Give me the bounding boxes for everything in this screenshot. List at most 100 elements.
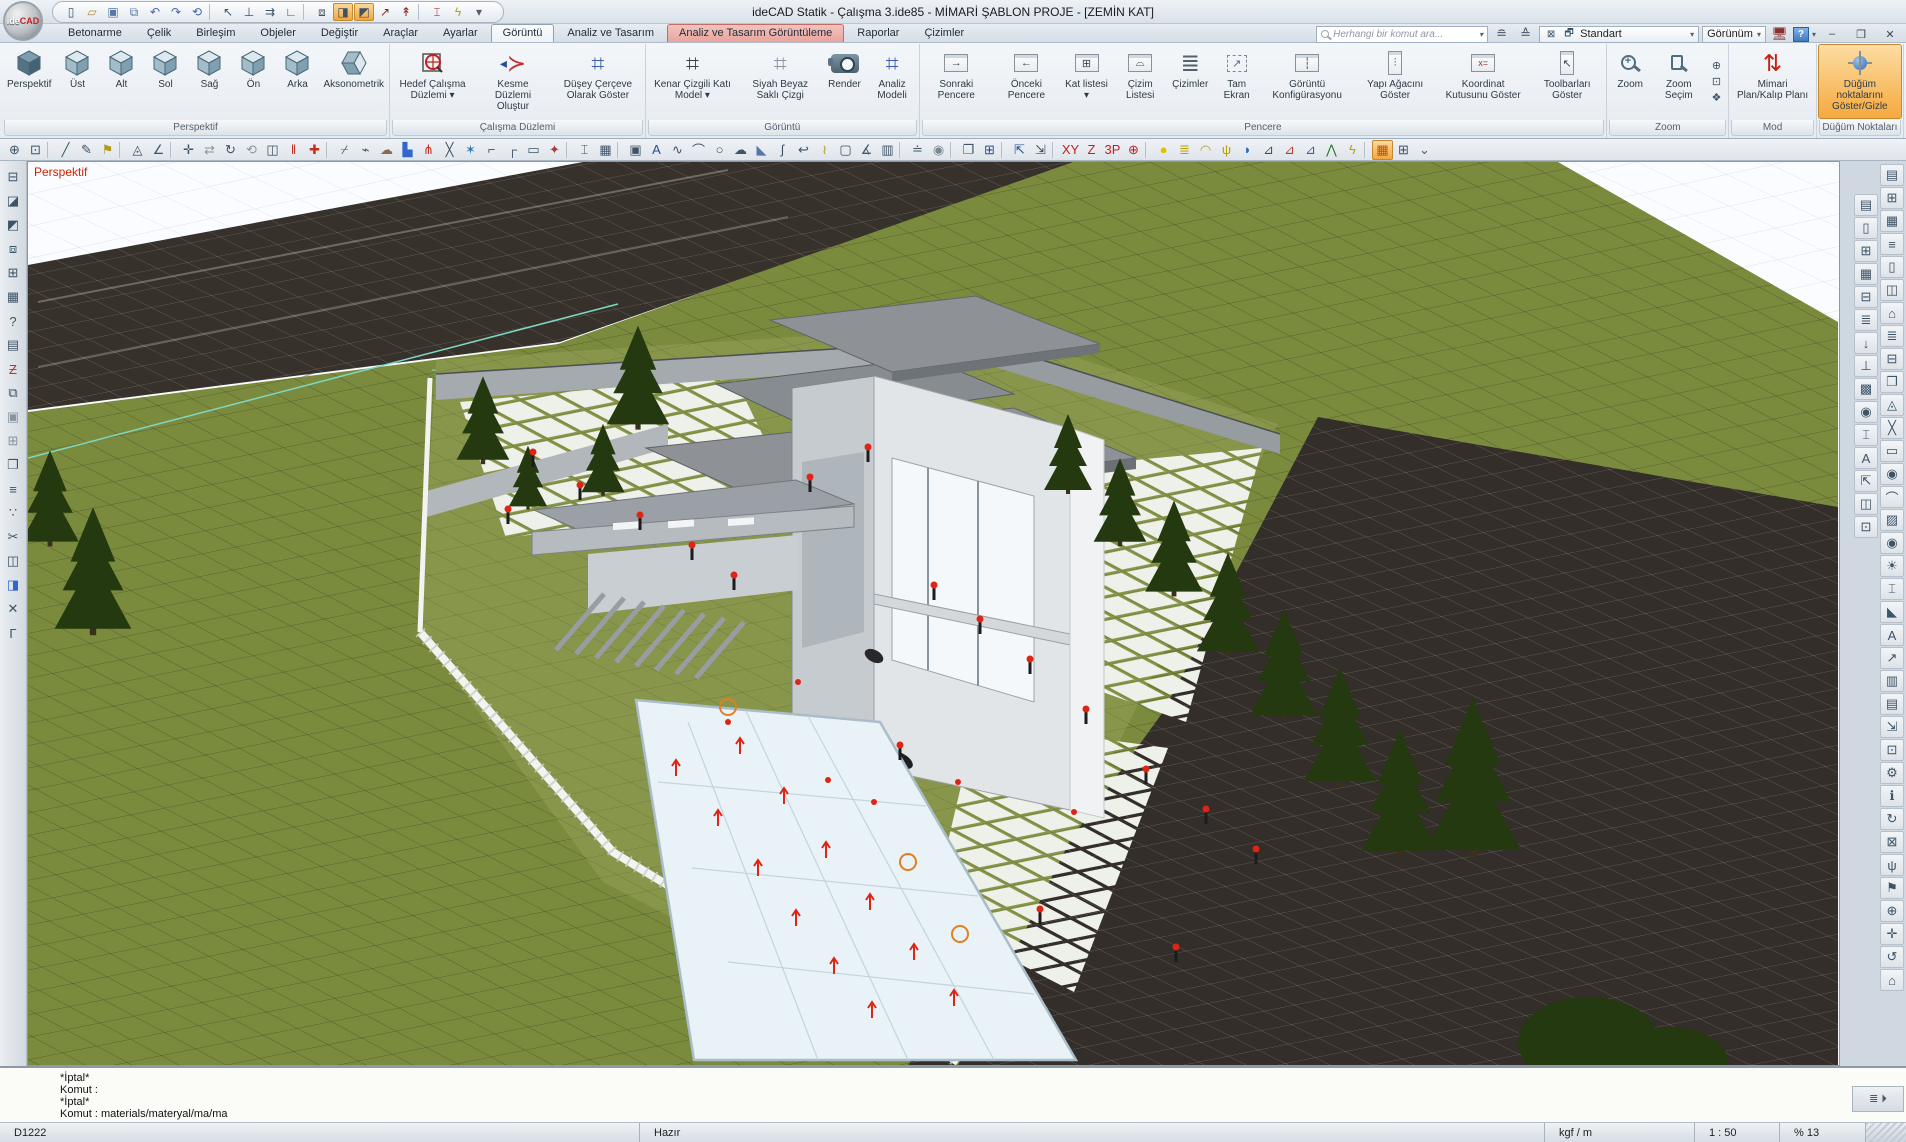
angle-arc-icon[interactable]: ∠ — [148, 140, 169, 160]
support-tool-icon[interactable]: ⊥ — [1854, 355, 1878, 377]
idecad-logo[interactable]: ideCAD — [3, 1, 43, 41]
split-icon[interactable]: ⋔ — [418, 140, 439, 160]
refresh-icon[interactable]: ↻ — [1880, 808, 1904, 830]
array-copy-icon[interactable]: ⊞ — [2, 430, 25, 452]
dome-icon[interactable]: ◠ — [1195, 140, 1216, 160]
graph-query-icon[interactable]: ⊿ — [1300, 140, 1321, 160]
ucs-icon[interactable]: ⇱ — [1009, 140, 1030, 160]
label-tool-icon[interactable]: A — [1854, 447, 1878, 469]
slab-tool-icon[interactable]: ⊞ — [1854, 240, 1878, 262]
fullscreen-button[interactable]: ↗ Tam Ekran — [1212, 44, 1261, 119]
level-icon[interactable]: ≐ — [907, 140, 928, 160]
home-view-icon[interactable]: ⌂ — [1880, 969, 1904, 991]
help-button[interactable]: ? — [1793, 27, 1809, 42]
copy-icon[interactable]: ⧉ — [2, 382, 25, 404]
wall-icon[interactable]: ▦ — [1880, 210, 1904, 232]
elevation-tool-icon[interactable]: ⊡ — [1854, 516, 1878, 538]
stairs2-icon[interactable]: ≣ — [1880, 325, 1904, 347]
brace-icon[interactable]: ╳ — [1880, 417, 1904, 439]
arc-icon[interactable]: ⌒ — [688, 140, 709, 160]
array-icon[interactable]: ✚ — [304, 140, 325, 160]
view-configuration-button[interactable]: ┆ Görüntü Konfigürasyonu — [1261, 44, 1353, 119]
undo-history-icon[interactable]: ⟲ — [187, 3, 207, 21]
bulb-icon[interactable]: ● — [1153, 140, 1174, 160]
fillet-cloud-icon[interactable]: ☁ — [376, 140, 397, 160]
angle-measure-icon[interactable]: ∡ — [856, 140, 877, 160]
beam-icon[interactable]: ≡ — [1880, 233, 1904, 255]
snap-to-icon[interactable]: ↟ — [396, 3, 416, 21]
solid-with-edges-button[interactable]: ⌗ Kenar Çizgili Katı Model ▾ — [647, 44, 738, 119]
properties-form-icon[interactable]: ⊟ — [2, 166, 25, 188]
help-chevron[interactable]: ▾ — [1812, 30, 1816, 39]
info-icon[interactable]: ℹ — [1880, 785, 1904, 807]
tab-degistir[interactable]: Değiştir — [309, 24, 370, 42]
select-filter-icon[interactable]: ⧈ — [2, 238, 25, 260]
pin2-icon[interactable]: ψ — [1880, 854, 1904, 876]
back-view-button[interactable]: Arka — [275, 44, 319, 119]
report-icon[interactable]: ▤ — [1880, 693, 1904, 715]
toolbar-icon[interactable] — [326, 142, 333, 158]
text2-icon[interactable]: A — [1880, 624, 1904, 646]
pan-icon[interactable]: ❖ — [1707, 90, 1725, 105]
spline-icon[interactable]: ʃ — [772, 140, 793, 160]
render-style-icon[interactable]: 🖥 — [1769, 24, 1790, 44]
hatch2-icon[interactable]: ◣ — [1880, 601, 1904, 623]
qat-icon[interactable] — [418, 4, 425, 20]
grid-snap-icon[interactable]: ⧈ — [312, 3, 332, 21]
truss-icon[interactable]: ◬ — [1880, 394, 1904, 416]
front-view-button[interactable]: Ön — [231, 44, 275, 119]
select-group-icon[interactable]: ⊞ — [2, 262, 25, 284]
tab-analiz-ve-tasarim-goruntuleme[interactable]: Analiz ve Tasarım Görüntüleme — [667, 24, 844, 42]
dimension-tool-icon[interactable]: ⌶ — [1854, 424, 1878, 446]
lightning-icon[interactable]: ϟ — [1342, 140, 1363, 160]
weld-icon[interactable]: ⌒ — [1880, 486, 1904, 508]
toolbar-icon[interactable] — [617, 142, 624, 158]
stretch-icon[interactable]: ⇄ — [199, 140, 220, 160]
status-scale-cell[interactable]: 1 : 50 — [1695, 1123, 1780, 1142]
column-icon[interactable]: ▯ — [1880, 256, 1904, 278]
plate-icon[interactable]: ▭ — [1880, 440, 1904, 462]
layers-icon[interactable]: ≡ — [2, 478, 25, 500]
toolbar-icon[interactable] — [950, 142, 957, 158]
view-menu[interactable]: Görünüm ▾ — [1702, 26, 1766, 43]
print-icon[interactable]: ⊡ — [1880, 739, 1904, 761]
axonometric-view-button[interactable]: Aksonometrik — [319, 44, 388, 119]
query-object-icon[interactable]: ? — [2, 310, 25, 332]
drawing-list-button[interactable]: ⌓ Çizim Listesi — [1112, 44, 1168, 119]
material-icon[interactable]: ▨ — [1880, 509, 1904, 531]
redo-icon[interactable]: ↷ — [166, 3, 186, 21]
beam-tool-icon[interactable]: ▤ — [1854, 194, 1878, 216]
new-file-icon[interactable]: ▯ — [61, 3, 81, 21]
tab-raporlar[interactable]: Raporlar — [845, 24, 911, 42]
status-command-cell[interactable]: D1222 — [0, 1123, 640, 1142]
layer-state-icon[interactable]: ≙ — [1515, 24, 1536, 44]
zoom-panel-icon[interactable]: ⊕ — [1880, 900, 1904, 922]
top-view-button[interactable]: Üst — [55, 44, 99, 119]
zoom-window-small-icon[interactable]: ⊡ — [1707, 74, 1725, 89]
text-icon[interactable]: A — [646, 140, 667, 160]
bottom-view-button[interactable]: Alt — [99, 44, 143, 119]
coord-z-icon[interactable]: Z — [1081, 140, 1102, 160]
axis-tool-icon[interactable]: ⇱ — [1854, 470, 1878, 492]
graph-node-icon[interactable]: ⊿ — [1279, 140, 1300, 160]
status-unit-cell[interactable]: kgf / m — [1545, 1123, 1695, 1142]
frame-wizard-icon[interactable]: ▦ — [1372, 140, 1393, 160]
break-line-icon[interactable]: ✕ — [2, 598, 25, 620]
parallel-snap-icon[interactable]: ⇉ — [260, 3, 280, 21]
show-coordinate-box-button[interactable]: x= Koordinat Kutusunu Göster — [1437, 44, 1529, 119]
corner-join-icon[interactable]: ⌐ — [481, 140, 502, 160]
foundation-tool-icon[interactable]: ⊟ — [1854, 286, 1878, 308]
show-model-tree-button[interactable]: ⫶ Yapı Ağacını Göster — [1353, 44, 1437, 119]
flag2-icon[interactable]: ⚑ — [1880, 877, 1904, 899]
solid-3d-icon[interactable]: ◨ — [2, 574, 25, 596]
qat-overflow-chevron[interactable]: ▾ — [469, 3, 489, 21]
show-vertical-frame-button[interactable]: ⌗ Düşey Çerçeve Olarak Göster — [552, 44, 644, 119]
lock-icon[interactable]: ⊠ — [1880, 831, 1904, 853]
extend-icon[interactable]: ⌁ — [355, 140, 376, 160]
coord-origin-icon[interactable]: ⊕ — [1123, 140, 1144, 160]
section-icon[interactable]: Ƶ — [2, 358, 25, 380]
render-settings-icon[interactable]: ▣ — [2, 406, 25, 428]
unit-area-icon[interactable]: ▥ — [877, 140, 898, 160]
sun-icon[interactable]: ☀ — [1880, 555, 1904, 577]
area-measure-icon[interactable]: ▢ — [835, 140, 856, 160]
